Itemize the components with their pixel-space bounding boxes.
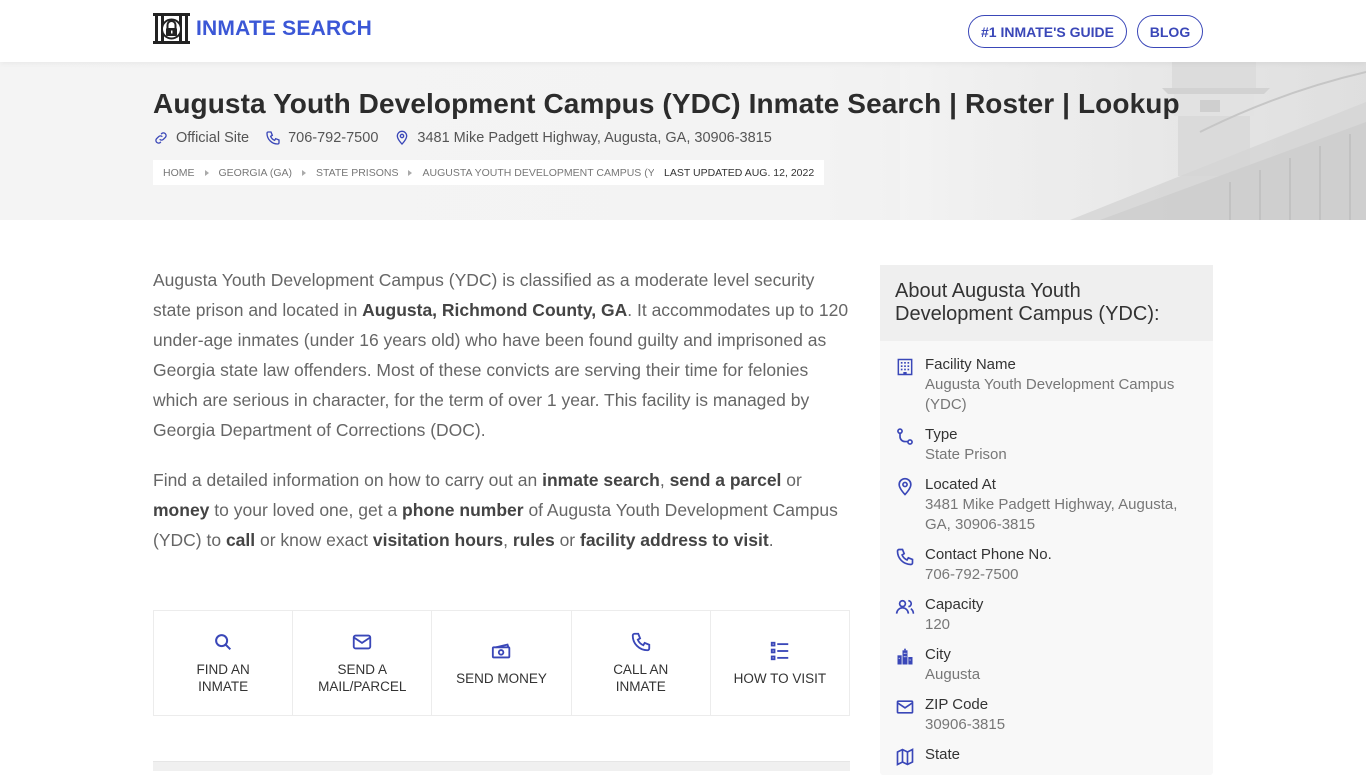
body-text: , bbox=[503, 530, 513, 550]
emphasis-text: call bbox=[225, 530, 256, 550]
phone-icon bbox=[896, 548, 914, 566]
send-mail-tile[interactable]: Send a mail/parcel bbox=[293, 611, 433, 715]
emphasis-text: money bbox=[153, 500, 210, 520]
money-icon bbox=[491, 643, 510, 658]
last-updated-badge: LAST UPDATED AUG. 12, 2022 bbox=[654, 160, 825, 185]
city-icon bbox=[897, 648, 913, 665]
info-label: Type bbox=[925, 426, 958, 443]
body-text: . bbox=[768, 530, 774, 550]
body-text: or know exact bbox=[255, 530, 373, 550]
body-text: Find a detailed information on how to ca… bbox=[153, 470, 543, 490]
info-type: Type State Prison bbox=[880, 425, 1213, 465]
tile-label: How to visit bbox=[733, 670, 827, 686]
info-value: State Prison bbox=[925, 446, 1007, 463]
info-value: 30906-3815 bbox=[925, 716, 1006, 733]
search-icon bbox=[215, 634, 232, 651]
nav-inmates-guide-button[interactable]: #1 INMATE'S GUIDE bbox=[968, 15, 1127, 48]
emphasis-text: rules bbox=[512, 530, 555, 550]
body-text: to your loved one, get a bbox=[209, 500, 403, 520]
site-header: INMATE SEARCH #1 INMATE'S GUIDE BLOG bbox=[0, 0, 1366, 62]
info-capacity: Capacity 120 bbox=[880, 595, 1213, 635]
info-facility-name: Facility Name Augusta Youth Development C… bbox=[880, 355, 1213, 415]
next-section-box bbox=[153, 761, 850, 771]
body-text: or bbox=[781, 470, 802, 490]
info-value: Augusta Youth Development Campus (YDC) bbox=[925, 376, 1175, 413]
address-text: 3481 Mike Padgett Highway, Augusta, GA, … bbox=[417, 130, 772, 146]
emphasis-text: phone number bbox=[402, 500, 524, 520]
breadcrumb-separator-icon bbox=[408, 169, 413, 176]
prison-tower-background-image bbox=[900, 62, 1366, 220]
official-site-link[interactable]: Official Site bbox=[176, 130, 249, 146]
info-label: ZIP Code bbox=[925, 696, 989, 713]
facility-info-sidebar: About Augusta Youth Development Campus (… bbox=[880, 265, 1213, 775]
tile-label: Send a mail/parcel bbox=[318, 662, 407, 694]
breadcrumb-georgia[interactable]: GEORGIA (GA) bbox=[219, 167, 293, 179]
send-money-tile[interactable]: Send money bbox=[432, 611, 572, 715]
mail-icon bbox=[896, 700, 914, 714]
body-text: . It accommodates up to 120 under-age in… bbox=[153, 300, 849, 440]
tile-label: Find an inmate bbox=[196, 662, 250, 694]
info-contact-phone: Contact Phone No. 706-792-7500 bbox=[880, 545, 1213, 585]
intro-paragraph: Augusta Youth Development Campus (YDC) i… bbox=[153, 265, 853, 445]
facility-meta: Official Site 706-792-7500 3481 Mike Pad… bbox=[153, 130, 788, 146]
info-label: Capacity bbox=[925, 596, 984, 613]
link-icon bbox=[155, 132, 167, 144]
breadcrumb-separator-icon bbox=[204, 169, 209, 176]
list-icon bbox=[770, 641, 789, 660]
info-state: State bbox=[880, 745, 1213, 767]
map-pin-icon bbox=[397, 130, 408, 145]
emphasis-text: inmate search bbox=[542, 470, 660, 490]
map-pin-icon bbox=[898, 477, 912, 496]
logo-text: INMATE SEARCH bbox=[196, 16, 373, 40]
tile-label: Send money bbox=[456, 670, 547, 686]
route-icon bbox=[897, 428, 913, 445]
info-label: Contact Phone No. bbox=[925, 546, 1052, 563]
address-item: 3481 Mike Padgett Highway, Augusta, GA, … bbox=[394, 130, 772, 146]
building-icon bbox=[897, 358, 913, 376]
nav-blog-button[interactable]: BLOG bbox=[1137, 15, 1203, 48]
tile-label: Call an inmate bbox=[613, 662, 669, 694]
info-value: 706-792-7500 bbox=[925, 566, 1019, 583]
official-site-item: Official Site bbox=[153, 130, 249, 146]
body-text: or bbox=[554, 530, 580, 550]
phone-icon bbox=[266, 131, 280, 145]
emphasis-text: facility address to visit bbox=[580, 530, 769, 550]
services-paragraph: Find a detailed information on how to ca… bbox=[153, 465, 853, 555]
breadcrumb-separator-icon bbox=[302, 169, 307, 176]
emphasis-text: send a parcel bbox=[669, 470, 782, 490]
emphasis-text: visitation hours bbox=[372, 530, 504, 550]
info-label: Facility Name bbox=[925, 356, 1016, 373]
sidebar-title: About Augusta Youth Development Campus (… bbox=[880, 265, 1213, 341]
page-title: Augusta Youth Development Campus (YDC) I… bbox=[153, 88, 1180, 119]
jail-lock-icon bbox=[153, 13, 190, 44]
logo-link[interactable]: INMATE SEARCH bbox=[153, 13, 372, 44]
breadcrumb-current[interactable]: AUGUSTA YOUTH DEVELOPMENT CAMPUS (YDC) bbox=[422, 167, 673, 179]
users-icon bbox=[895, 599, 915, 614]
find-inmate-tile[interactable]: Find an inmate bbox=[154, 611, 294, 715]
info-label: State bbox=[925, 746, 961, 763]
phone-icon bbox=[631, 632, 650, 652]
info-value: Augusta bbox=[925, 666, 981, 683]
how-to-visit-tile[interactable]: How to visit bbox=[711, 611, 849, 715]
info-value: 3481 Mike Padgett Highway, Augusta, GA, … bbox=[925, 496, 1178, 533]
facility-info-list: Facility Name Augusta Youth Development C… bbox=[880, 341, 1213, 767]
phone-link[interactable]: 706-792-7500 bbox=[288, 130, 378, 146]
info-located-at: Located At 3481 Mike Padgett Highway, Aug… bbox=[880, 475, 1213, 535]
info-label: Located At bbox=[925, 476, 996, 493]
info-label: City bbox=[925, 646, 951, 663]
mail-icon bbox=[353, 634, 372, 650]
body-text: , bbox=[659, 470, 670, 490]
emphasis-text: Augusta, Richmond County, GA bbox=[362, 300, 628, 320]
action-tiles: Find an inmate Send a mail/parcel Send m… bbox=[153, 610, 850, 716]
breadcrumb-state-prisons[interactable]: STATE PRISONS bbox=[316, 167, 398, 179]
info-value: 120 bbox=[925, 616, 951, 633]
call-inmate-tile[interactable]: Call an inmate bbox=[572, 611, 711, 715]
phone-item: 706-792-7500 bbox=[265, 130, 378, 146]
map-icon bbox=[896, 748, 914, 766]
breadcrumb: HOME GEORGIA (GA) STATE PRISONS AUGUSTA … bbox=[153, 160, 684, 185]
info-zip-code: ZIP Code 30906-3815 bbox=[880, 695, 1213, 735]
breadcrumb-home[interactable]: HOME bbox=[163, 167, 195, 179]
info-city: City Augusta bbox=[880, 645, 1213, 685]
